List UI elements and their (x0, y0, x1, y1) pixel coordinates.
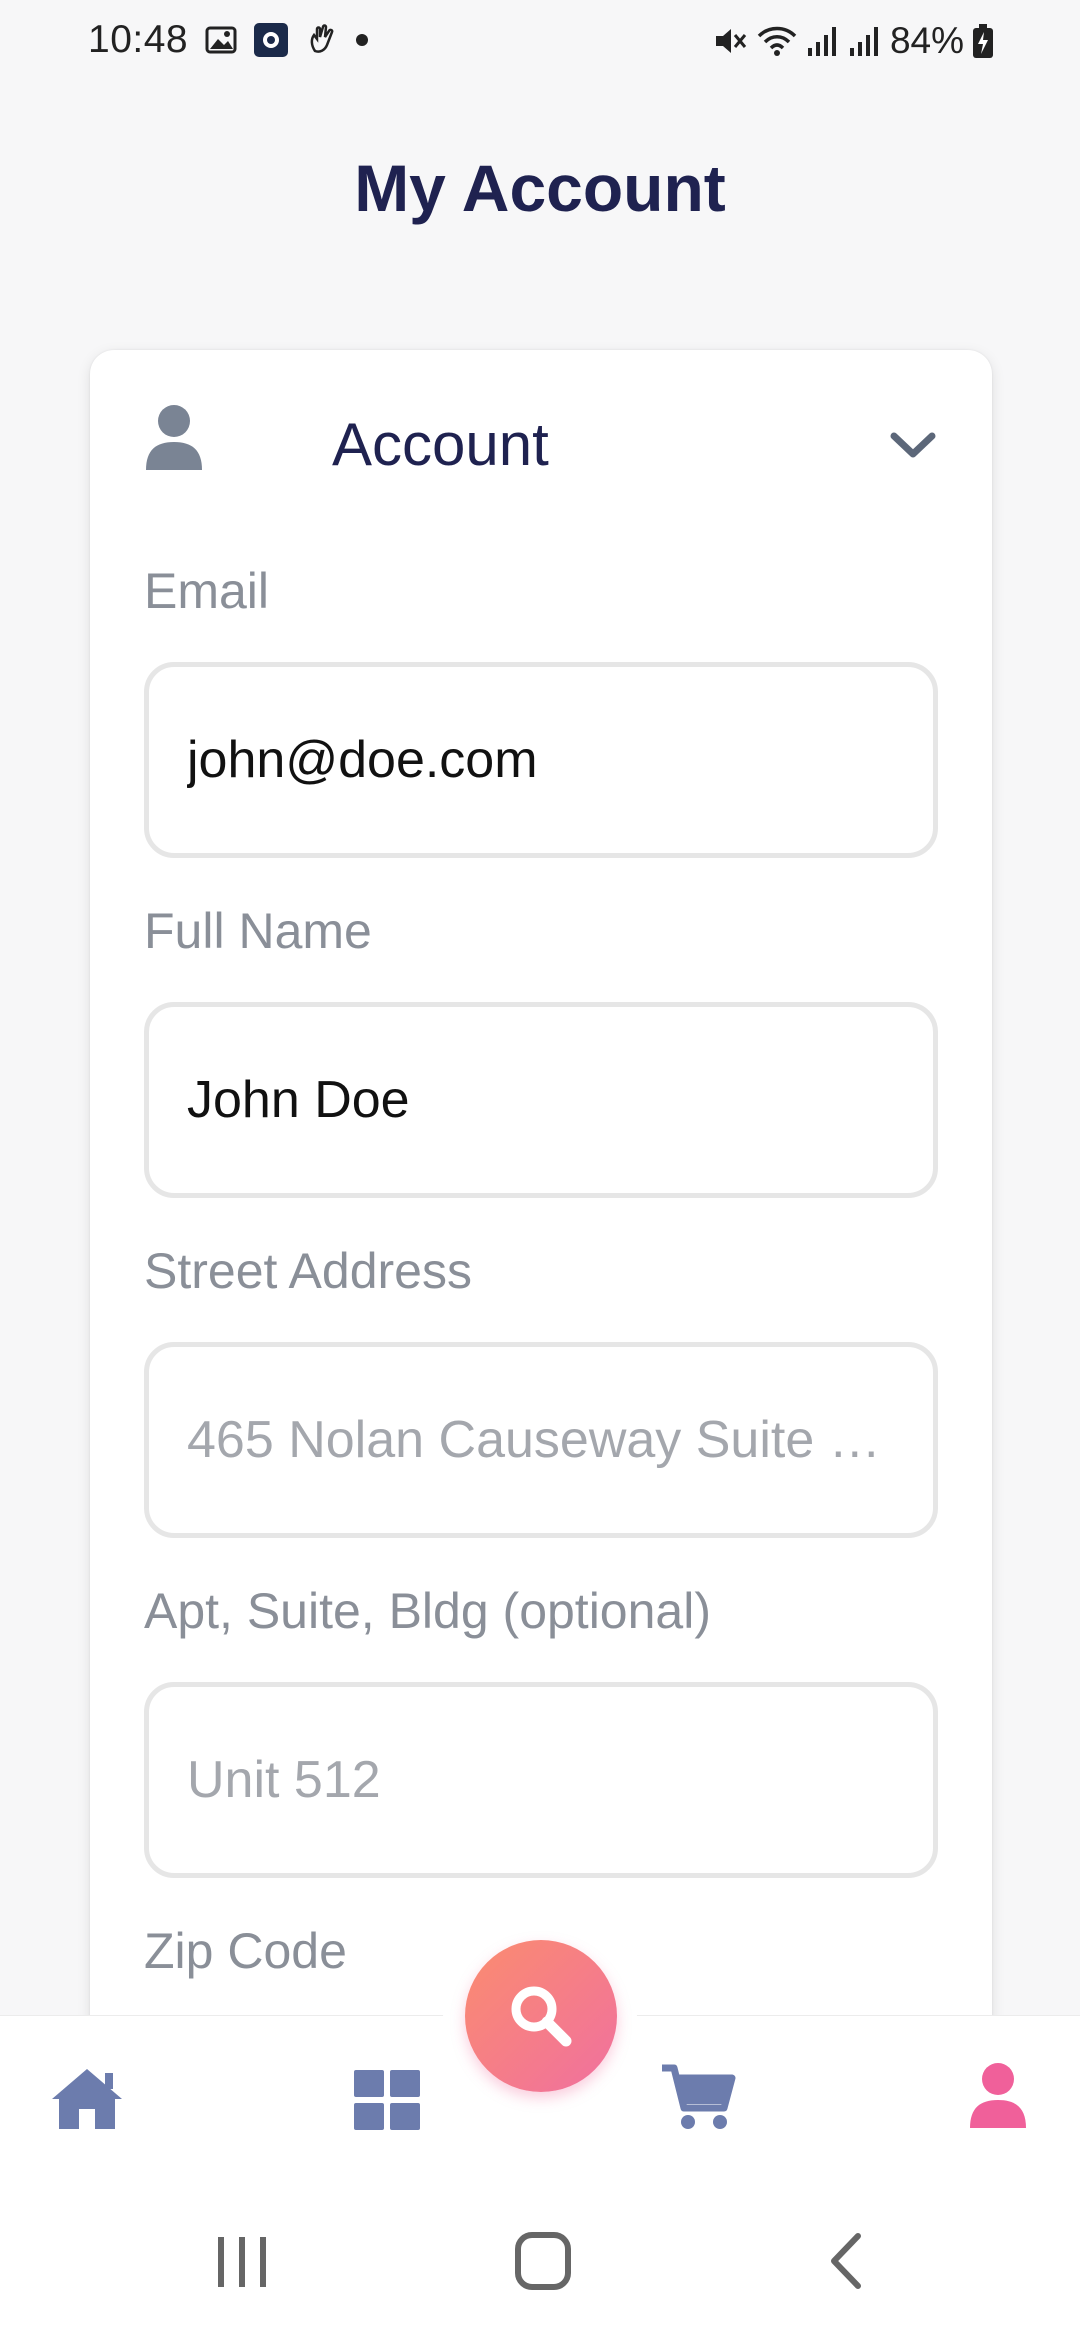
signal-icon-2 (849, 27, 878, 56)
search-icon (511, 1986, 572, 2047)
status-notification-icons (205, 22, 369, 58)
app-notification-icon (254, 23, 288, 57)
full-name-value: John Doe (187, 1071, 410, 1129)
email-field[interactable]: john@doe.com (144, 662, 938, 858)
street-address-field[interactable]: 465 Nolan Causeway Suite … (144, 1342, 938, 1538)
account-section-header[interactable]: Account (90, 350, 992, 540)
screen: 10:48 84% My Account Account Email john@… (0, 0, 1080, 2340)
gallery-icon (205, 26, 237, 54)
account-section-title: Account (332, 411, 549, 478)
account-card: Account Email john@doe.com Full Name Joh… (90, 350, 992, 2050)
home-icon[interactable] (50, 2065, 124, 2131)
email-value: john@doe.com (187, 731, 538, 789)
grid-icon[interactable] (354, 2070, 420, 2130)
full-name-field[interactable]: John Doe (144, 1002, 938, 1198)
battery-charging-icon (973, 24, 993, 58)
more-notifications-dot-icon (356, 34, 368, 46)
email-label: Email (144, 563, 270, 619)
search-button[interactable] (465, 1940, 617, 2092)
mute-icon (715, 29, 747, 53)
street-address-label: Street Address (144, 1243, 472, 1299)
zip-code-label: Zip Code (144, 1923, 347, 1979)
status-bar: 10:48 84% (0, 0, 1080, 84)
status-system-icons: 84% (712, 20, 994, 62)
apt-suite-placeholder: Unit 512 (187, 1751, 381, 1809)
apt-suite-field[interactable]: Unit 512 (144, 1682, 938, 1878)
recent-apps-icon[interactable] (216, 2235, 268, 2289)
page-title: My Account (354, 151, 726, 225)
user-icon[interactable] (968, 2062, 1028, 2130)
status-time: 10:48 (88, 18, 189, 61)
chevron-down-icon[interactable] (890, 430, 936, 460)
full-name-label: Full Name (144, 903, 372, 959)
battery-percentage: 84% (889, 20, 964, 61)
cart-icon[interactable] (660, 2062, 736, 2130)
apt-suite-label: Apt, Suite, Bldg (optional) (144, 1583, 711, 1639)
user-icon (146, 405, 202, 470)
wifi-icon (757, 26, 797, 56)
gesture-icon (310, 24, 334, 53)
home-button-icon[interactable] (514, 2231, 572, 2291)
street-address-placeholder: 465 Nolan Causeway Suite … (187, 1411, 881, 1469)
signal-icon (807, 27, 836, 56)
back-icon[interactable] (826, 2232, 864, 2290)
